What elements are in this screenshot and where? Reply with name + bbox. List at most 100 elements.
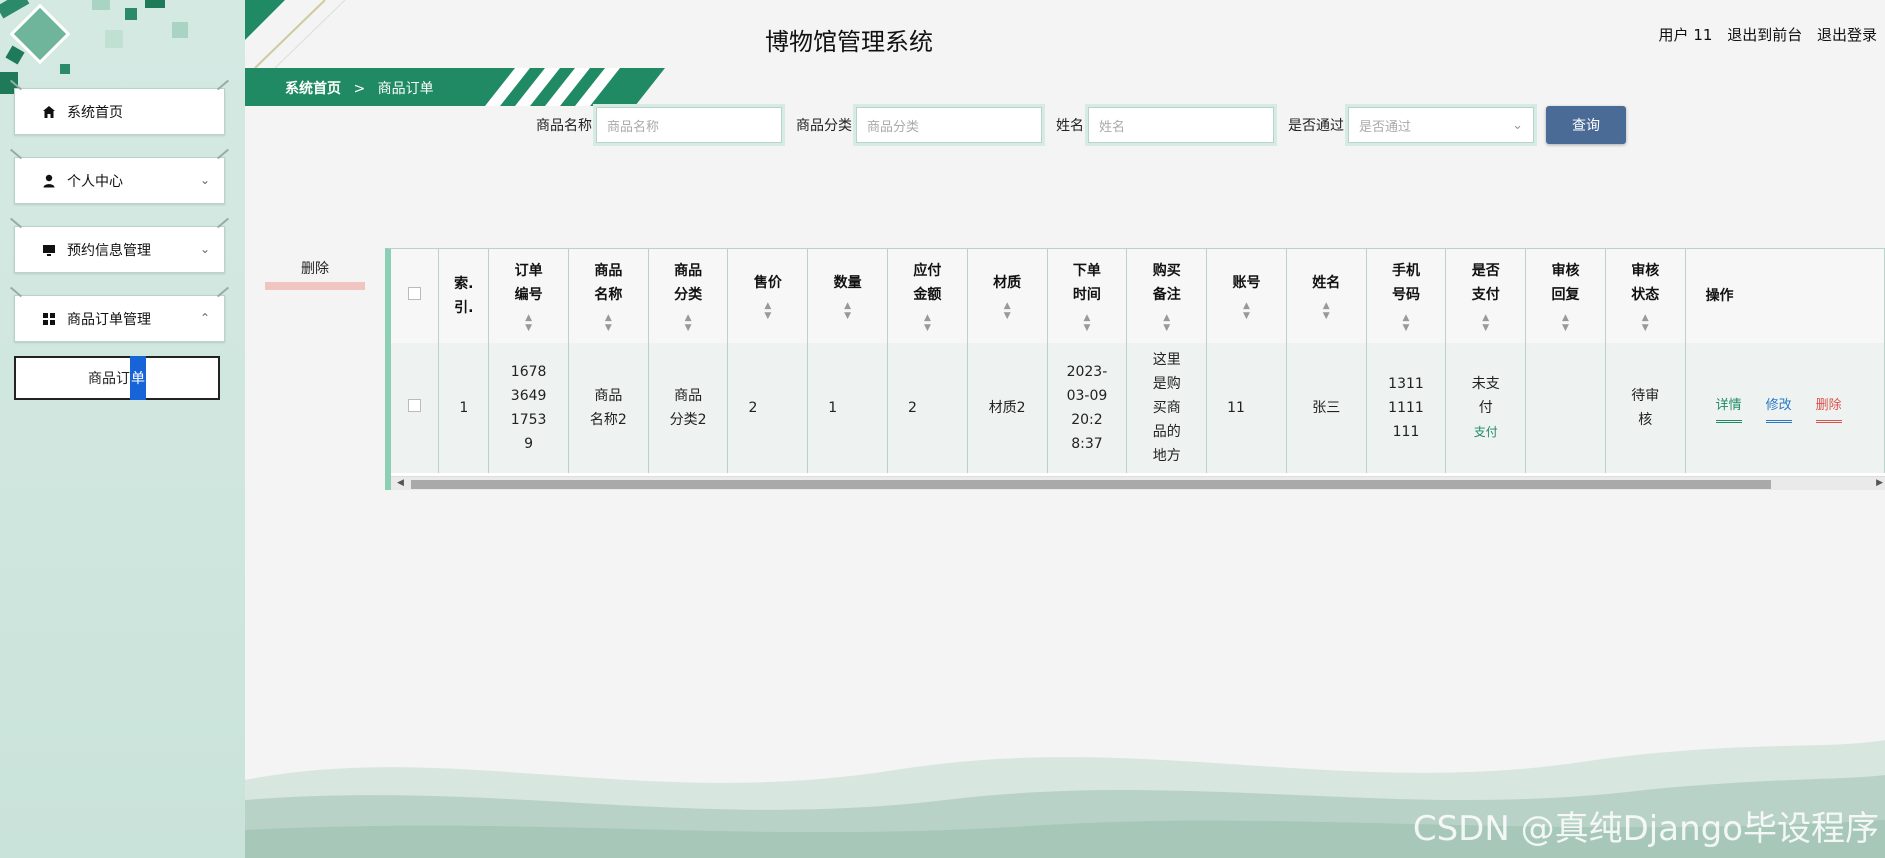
header-index: 索. 引. (438, 249, 490, 343)
sort-icon[interactable]: ▲ ▼ (888, 313, 967, 333)
cell-review-status: 待审核 (1605, 343, 1686, 473)
chevron-down-icon: ⌄ (199, 173, 210, 187)
select-all-checkbox[interactable] (408, 287, 422, 300)
breadcrumb-current: 商品订单 (377, 81, 434, 97)
chevron-down-icon: ⌄ (199, 242, 210, 256)
header-goods-name[interactable]: 商品 名称 ▲ ▼ (568, 249, 649, 343)
scroll-left-icon[interactable]: ◀ (397, 478, 404, 488)
sidebar-subitem-goods-order[interactable]: 商品订单 (14, 356, 220, 400)
header-quantity[interactable]: 数量 ▲ ▼ (807, 249, 889, 343)
table-row: 1 1678 3649 1753 9 商品 名称2 商品 分类2 2 1 2 材质2 20… (391, 343, 1885, 473)
sort-icon[interactable]: ▲ ▼ (968, 301, 1047, 321)
header: 博物馆管理系统 用户 11 退出到前台 退出登录 (245, 0, 1885, 68)
header-material[interactable]: 材质 ▲ ▼ (967, 249, 1048, 343)
header-price[interactable]: 售价 ▲ ▼ (727, 249, 809, 343)
cell-operations: 详情 修改 删除 (1685, 343, 1885, 473)
chevron-up-icon: ⌃ (199, 311, 210, 325)
header-user-area: 用户 11 退出到前台 退出登录 (1649, 24, 1877, 45)
sort-icon[interactable]: ▲ ▼ (569, 313, 648, 333)
breadcrumb-text: 系统首页 > 商品订单 (285, 78, 434, 98)
cell-quantity: 1 (807, 343, 889, 473)
delete-button-bar (265, 282, 365, 290)
sort-icon[interactable]: ▲ ▼ (1048, 313, 1127, 333)
edit-button[interactable]: 修改 (1765, 394, 1792, 423)
selected-text: 单 (130, 356, 146, 400)
row-checkbox-cell[interactable] (391, 343, 440, 473)
cell-review-reply (1525, 343, 1606, 473)
orders-table: 索. 引. 订单 编号 ▲ ▼ 商品 名称 ▲ ▼ 商品 分类 ▲ ▼ 售价 ▲ ▼ 数量 ▲ ▼ 应付 金额… (385, 248, 1885, 490)
header-order-no[interactable]: 订单 编号 ▲ ▼ (488, 249, 570, 343)
scroll-right-icon[interactable]: ▶ (1876, 478, 1883, 488)
header-account[interactable]: 账号 ▲ ▼ (1206, 249, 1287, 343)
sort-icon[interactable]: ▲ ▼ (1127, 313, 1206, 333)
header-goods-category[interactable]: 商品 分类 ▲ ▼ (648, 249, 729, 343)
sort-icon[interactable]: ▲ ▼ (489, 313, 568, 333)
header-payable[interactable]: 应付 金额 ▲ ▼ (887, 249, 968, 343)
cell-order-no: 1678 3649 1753 9 (488, 343, 570, 473)
scrollbar-thumb[interactable] (411, 480, 1771, 489)
sort-icon[interactable]: ▲ ▼ (1446, 313, 1525, 333)
sort-icon[interactable]: ▲ ▼ (1207, 301, 1286, 321)
delete-button-label: 删除 (301, 261, 329, 277)
sort-icon[interactable]: ▲ ▼ (808, 301, 887, 321)
sort-icon[interactable]: ▲ ▼ (1367, 313, 1446, 333)
watermark: CSDN @真纯Django毕设程序 (1412, 809, 1879, 849)
sort-icon[interactable]: ▲ ▼ (1287, 301, 1366, 321)
sidebar: 系统首页 个人中心 ⌄ 预约信息管理 ⌄ 商品订单管理 ⌃ 商品订单 (0, 0, 245, 858)
breadcrumb-home[interactable]: 系统首页 (285, 81, 341, 97)
goods-category-input[interactable]: 商品分类 (853, 104, 1045, 146)
sidebar-item-home[interactable]: 系统首页 (14, 88, 225, 135)
user-name: 用户 11 (1658, 26, 1713, 44)
header-phone[interactable]: 手机 号码 ▲ ▼ (1366, 249, 1447, 343)
sidebar-item-orders[interactable]: 商品订单管理 ⌃ (14, 295, 225, 342)
pay-link[interactable]: 支付 (1474, 425, 1498, 439)
header-review-reply[interactable]: 审核 回复 ▲ ▼ (1525, 249, 1606, 343)
header-decoration (245, 0, 346, 68)
sidebar-decoration (0, 0, 188, 94)
passed-select[interactable]: 是否通过 ⌄ (1345, 104, 1537, 146)
query-button[interactable]: 查询 (1546, 106, 1626, 144)
cell-paid: 未支付 支付 (1445, 343, 1527, 473)
passed-select-value: 是否通过 (1359, 119, 1412, 135)
sidebar-item-reservation[interactable]: 预约信息管理 ⌄ (14, 226, 225, 273)
select-all-header[interactable] (391, 249, 440, 343)
delete-button[interactable]: 删除 (1815, 394, 1842, 423)
logout-link[interactable]: 退出登录 (1817, 26, 1877, 44)
row-checkbox[interactable] (408, 399, 422, 412)
sidebar-item-personal-center[interactable]: 个人中心 ⌄ (14, 157, 225, 204)
header-remark[interactable]: 购买 备注 ▲ ▼ (1126, 249, 1208, 343)
monitor-icon (41, 242, 57, 258)
sort-icon[interactable]: ▲ ▼ (1526, 313, 1605, 333)
header-paid[interactable]: 是否 支付 ▲ ▼ (1445, 249, 1527, 343)
cell-phone: 1311 1111 111 (1366, 343, 1447, 473)
detail-button[interactable]: 详情 (1715, 394, 1742, 423)
sidebar-item-label: 商品订单管理 (67, 311, 151, 328)
sort-icon[interactable]: ▲ ▼ (649, 313, 728, 333)
back-to-front-link[interactable]: 退出到前台 (1727, 26, 1802, 44)
cell-name: 张三 (1286, 343, 1367, 473)
cell-order-time: 2023- 03-09 20:2 8:37 (1047, 343, 1128, 473)
header-review-status[interactable]: 审核 状态 ▲ ▼ (1605, 249, 1686, 343)
breadcrumb: 系统首页 > 商品订单 (245, 68, 665, 106)
batch-delete-button[interactable]: 删除 (265, 258, 365, 290)
cell-payable: 2 (887, 343, 968, 473)
cell-price: 2 (727, 343, 809, 473)
search-bar: 商品名称 商品名称 商品分类 商品分类 姓名 姓名 是否通过 是否通过 ⌄ 查询 (536, 104, 1626, 146)
goods-category-label: 商品分类 (796, 118, 852, 134)
sort-icon[interactable]: ▲ ▼ (728, 301, 807, 321)
person-name-label: 姓名 (1056, 118, 1084, 134)
sidebar-item-label: 预约信息管理 (67, 242, 151, 259)
header-operations: 操作 (1685, 249, 1885, 343)
header-name[interactable]: 姓名 ▲ ▼ (1286, 249, 1367, 343)
person-name-input[interactable]: 姓名 (1085, 104, 1277, 146)
sort-icon[interactable]: ▲ ▼ (1606, 313, 1685, 333)
cell-material: 材质2 (967, 343, 1048, 473)
sidebar-subitem-label: 商品订 (88, 371, 130, 387)
header-order-time[interactable]: 下单 时间 ▲ ▼ (1047, 249, 1128, 343)
chevron-down-icon: ⌄ (1512, 117, 1523, 133)
sidebar-item-label: 个人中心 (67, 173, 123, 190)
goods-name-input[interactable]: 商品名称 (593, 104, 785, 146)
horizontal-scrollbar[interactable]: ◀ ▶ (391, 476, 1885, 490)
user-icon (41, 173, 57, 189)
cell-goods-name: 商品 名称2 (568, 343, 649, 473)
